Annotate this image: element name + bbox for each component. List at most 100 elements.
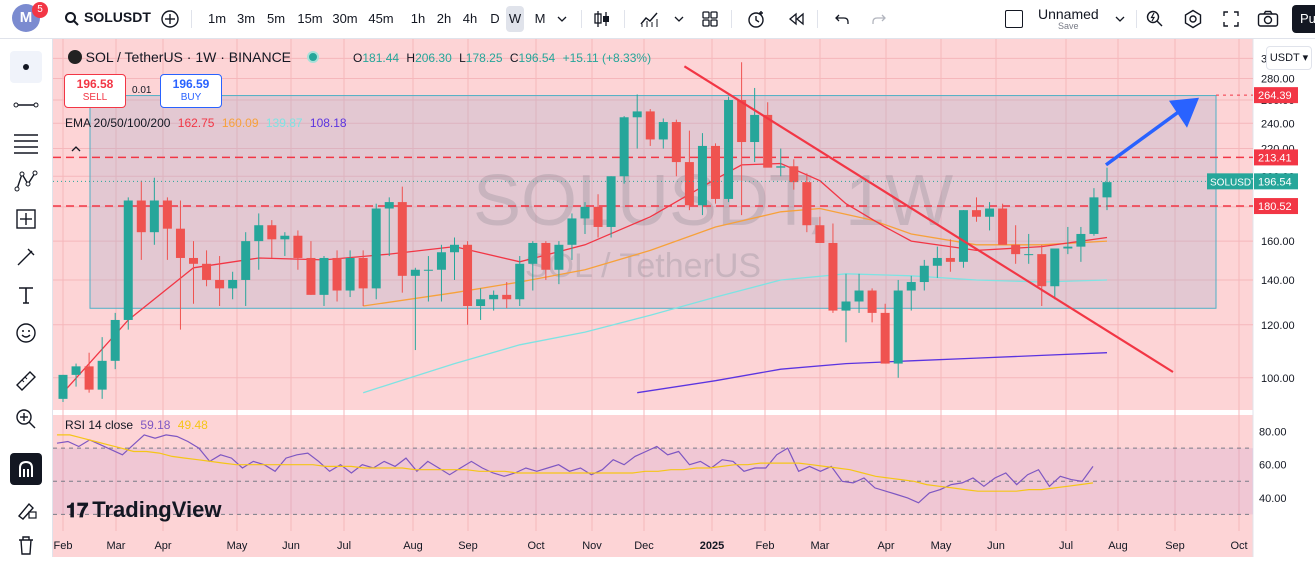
candle-body [985, 208, 995, 217]
candle-body [280, 235, 290, 240]
rsi-legend[interactable]: RSI 14 close 59.18 49.48 [65, 418, 208, 432]
divider [817, 10, 818, 28]
time-tick-label: May [227, 540, 248, 552]
candle-body [241, 241, 251, 280]
zoom-in-icon[interactable] [10, 403, 42, 435]
exchange-logo-icon [68, 50, 82, 64]
layout-checkbox[interactable] [1005, 10, 1023, 28]
current-price-label: 196.54 [1258, 176, 1292, 188]
candle-body [189, 257, 198, 264]
time-tick-label: Mar [811, 540, 830, 552]
divider [581, 10, 582, 28]
chevron-down-icon[interactable] [1108, 7, 1132, 31]
trend-line-tool-icon[interactable] [10, 89, 42, 121]
search-icon[interactable] [60, 7, 84, 31]
time-tick-label: Nov [582, 540, 602, 552]
redo-icon[interactable] [867, 7, 891, 31]
undo-icon[interactable] [830, 7, 854, 31]
camera-icon[interactable] [1256, 7, 1280, 31]
compare-add-icon[interactable] [158, 7, 182, 31]
brush-tool-icon[interactable] [10, 241, 42, 273]
templates-grid-icon[interactable] [698, 7, 722, 31]
publish-button[interactable]: Pu [1292, 5, 1315, 33]
interval-M[interactable]: M [531, 6, 549, 32]
candle-body [515, 263, 525, 300]
replay-icon[interactable] [784, 7, 808, 31]
interval-W[interactable]: W [506, 6, 524, 32]
pattern-tool-icon[interactable] [10, 165, 42, 197]
candle-body [632, 111, 642, 118]
candle-body [528, 242, 538, 264]
collapse-chevron-icon[interactable] [70, 142, 82, 154]
ruler-icon[interactable] [10, 365, 42, 397]
magnet-icon[interactable] [10, 453, 42, 485]
ohlc-values: O181.44 H206.30 L178.25 C196.54 +15.11 (… [353, 51, 652, 65]
candle-body [645, 111, 655, 140]
interval-4h[interactable]: 4h [458, 6, 482, 32]
candle-body [854, 290, 864, 302]
candle-body [737, 99, 747, 143]
fullscreen-icon[interactable] [1219, 7, 1243, 31]
prediction-tool-icon[interactable] [10, 203, 42, 235]
time-tick-label: Sep [458, 540, 478, 552]
text-tool-icon[interactable] [10, 279, 42, 311]
cursor-dot-icon[interactable] [10, 51, 42, 83]
chevron-down-icon[interactable] [667, 7, 691, 31]
time-tick-label: Mar [107, 540, 126, 552]
candle-body [567, 218, 577, 245]
candle-body [919, 265, 929, 283]
sell-button[interactable]: 196.58 SELL [64, 74, 126, 108]
interval-5m[interactable]: 5m [264, 6, 288, 32]
interval-1m[interactable]: 1m [205, 6, 229, 32]
quick-search-icon[interactable] [1143, 7, 1167, 31]
candle-body [606, 176, 616, 227]
candle-body [841, 301, 851, 311]
interval-15m[interactable]: 15m [296, 6, 324, 32]
currency-selector[interactable]: USDT ▾ [1266, 46, 1312, 70]
candle-body [711, 145, 720, 199]
interval-1h[interactable]: 1h [406, 6, 430, 32]
fib-retracement-icon[interactable] [10, 127, 42, 159]
candle-body [684, 162, 694, 206]
lock-draw-icon[interactable] [10, 493, 42, 525]
candles-chart-type-icon[interactable] [590, 7, 614, 31]
save-label[interactable]: Save [1058, 21, 1079, 31]
candle-body [175, 228, 185, 258]
settings-gear-icon[interactable] [1181, 7, 1205, 31]
candle-body [450, 244, 459, 253]
candle-body [84, 366, 94, 390]
time-tick-label: Sep [1165, 540, 1185, 552]
delete-icon[interactable] [10, 529, 42, 561]
spread-value: 0.01 [132, 85, 152, 96]
symbol-search[interactable]: SOLUSDT [84, 9, 151, 25]
time-tick-label: Feb [756, 540, 775, 552]
divider [731, 10, 732, 28]
candle-body [476, 299, 486, 307]
candle-body [397, 202, 407, 276]
price-tick-label: 280.00 [1261, 73, 1295, 85]
rsi-tick-label: 40.00 [1259, 493, 1287, 505]
interval-3m[interactable]: 3m [234, 6, 258, 32]
candle-body [802, 182, 812, 226]
chevron-down-icon[interactable] [550, 7, 574, 31]
time-tick-label: Aug [403, 540, 423, 552]
emoji-icon[interactable] [10, 317, 42, 349]
interval-45m[interactable]: 45m [367, 6, 395, 32]
ema-legend[interactable]: EMA 20/50/100/200 162.75 160.09 139.87 1… [65, 116, 347, 130]
time-tick-label: Feb [54, 540, 73, 552]
candle-body [763, 114, 773, 168]
price-tick-label: 120.00 [1261, 320, 1295, 332]
indicators-icon[interactable] [637, 7, 661, 31]
alert-clock-icon[interactable] [744, 7, 768, 31]
interval-D[interactable]: D [486, 6, 504, 32]
candle-body [815, 225, 825, 243]
time-tick-label: Jun [987, 540, 1005, 552]
time-tick-label: Oct [527, 540, 544, 552]
time-tick-label: Jun [282, 540, 300, 552]
layout-name[interactable]: Unnamed [1038, 6, 1099, 22]
buy-button[interactable]: 196.59 BUY [160, 74, 222, 108]
candle-body [697, 145, 707, 206]
candle-body [97, 360, 107, 390]
interval-30m[interactable]: 30m [331, 6, 359, 32]
interval-2h[interactable]: 2h [432, 6, 456, 32]
